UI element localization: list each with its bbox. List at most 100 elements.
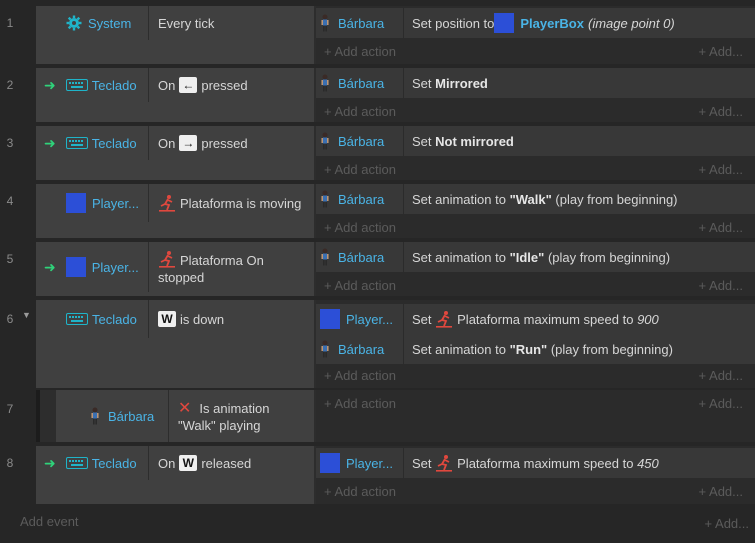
action-set-not-mirrored[interactable]: Bárbara Set Not mirrored (316, 126, 755, 156)
add-more-button[interactable]: + Add... (699, 220, 743, 235)
platformer-behavior-icon (436, 455, 453, 472)
condition-text: released (201, 455, 252, 471)
condition-key-pressed[interactable]: ➜ Teclado On → pressed (36, 126, 314, 160)
trigger-once-icon: ➜ (44, 76, 56, 93)
add-action-button[interactable]: + Add action (324, 44, 396, 59)
platformer-behavior-icon (159, 195, 175, 212)
add-action-button[interactable]: + Add action (324, 396, 396, 411)
action-text: (play from beginning) (555, 191, 678, 207)
event-4[interactable]: 4 Player... Plataforma is moving Bárbara… (0, 184, 755, 238)
actions-area[interactable]: Bárbara Set animation to "Idle" (play fr… (316, 242, 755, 296)
add-action-button[interactable]: + Add action (324, 368, 396, 383)
add-more-button[interactable]: + Add... (699, 368, 743, 383)
add-action-button[interactable]: + Add action (324, 278, 396, 293)
condition-every-tick[interactable]: System Every tick (36, 6, 314, 40)
action-text: Set (412, 311, 432, 327)
conditions-area[interactable]: ➜ Player... Plataforma On stopped (36, 242, 314, 296)
condition-text: pressed (201, 135, 248, 151)
collapse-toggle-icon[interactable]: ▼ (22, 310, 31, 320)
action-text: Set animation to (412, 191, 506, 207)
event-number: 6 (6, 312, 14, 326)
barbara-sprite-icon (91, 407, 99, 425)
condition-object: Player... (92, 195, 139, 211)
playerbox-icon (65, 257, 86, 277)
event-6[interactable]: 6 ▼ Teclado W is down Player... Set Plat… (0, 300, 755, 442)
actions-area[interactable]: Player... Set Plataforma maximum speed t… (316, 446, 755, 504)
add-more-button[interactable]: + Add... (699, 278, 743, 293)
add-event-button[interactable]: Add event (20, 514, 79, 529)
add-action-button[interactable]: + Add action (324, 220, 396, 235)
event-5[interactable]: 5 ➜ Player... Plataforma On stopped Bárb… (0, 242, 755, 296)
condition-text: Is animation "Walk" playing (178, 401, 270, 433)
actions-area[interactable]: Bárbara Set Not mirrored + Add action + … (316, 126, 755, 180)
condition-is-moving[interactable]: Player... Plataforma is moving (36, 184, 314, 222)
event-3[interactable]: 3 ➜ Teclado On → pressed Bárbara Set Not… (0, 126, 755, 180)
condition-text: On (158, 77, 176, 93)
condition-object: Player... (91, 259, 139, 275)
condition-is-animation-playing[interactable]: Bárbara ✕ Is animation "Walk" playing (56, 390, 314, 442)
action-text: Plataforma maximum speed to (457, 311, 634, 327)
action-param: (image point 0) (587, 15, 675, 31)
add-more-button[interactable]: + Add... (699, 396, 743, 411)
actions-area[interactable]: Bárbara Set Mirrored + Add action + Add.… (316, 68, 755, 122)
event-number: 5 (6, 252, 14, 266)
action-set-position[interactable]: Bárbara Set position to PlayerBox (image… (316, 8, 755, 38)
condition-key-released[interactable]: ➜ Teclado On W released (36, 446, 314, 480)
event-number: 2 (6, 78, 14, 92)
action-set-animation-walk[interactable]: Bárbara Set animation to "Walk" (play fr… (316, 184, 755, 214)
action-set-mirrored[interactable]: Bárbara Set Mirrored (316, 68, 755, 98)
action-param: 900 (637, 311, 659, 327)
add-action-button[interactable]: + Add action (324, 162, 396, 177)
action-text: Plataforma maximum speed to (457, 455, 634, 471)
action-text: Set (412, 455, 432, 471)
action-param: Not mirrored (435, 133, 514, 149)
event-8[interactable]: 8 ➜ Teclado On W released Player... Set … (0, 446, 755, 504)
action-set-animation-idle[interactable]: Bárbara Set animation to "Idle" (play fr… (316, 242, 755, 272)
add-more-button[interactable]: + Add... (699, 484, 743, 499)
event-number: 1 (6, 16, 14, 30)
conditions-area[interactable]: System Every tick (36, 6, 314, 64)
action-text: Set position to (412, 15, 495, 31)
conditions-area[interactable]: Teclado W is down (36, 300, 314, 388)
conditions-area[interactable]: Bárbara ✕ Is animation "Walk" playing (56, 390, 314, 442)
conditions-area[interactable]: ➜ Teclado On → pressed (36, 126, 314, 180)
actions-area[interactable]: Bárbara Set position to PlayerBox (image… (316, 6, 755, 64)
action-text: (play from beginning) (550, 341, 673, 357)
actions-area[interactable]: Bárbara Set animation to "Walk" (play fr… (316, 184, 755, 238)
action-object: Player... (346, 311, 393, 327)
condition-text: On (158, 455, 176, 471)
key-right-icon: → (179, 135, 198, 151)
add-more-button[interactable]: + Add... (699, 104, 743, 119)
actions-area[interactable]: Player... Set Plataforma maximum speed t… (316, 300, 755, 388)
action-set-animation-run[interactable]: Bárbara Set animation to "Run" (play fro… (316, 334, 755, 364)
add-more-button[interactable]: + Add... (699, 44, 743, 59)
condition-key-down[interactable]: Teclado W is down (36, 300, 314, 338)
add-more-button[interactable]: + Add... (699, 162, 743, 177)
event-1[interactable]: 1 System Every tick Bárbara Set position… (0, 6, 755, 64)
conditions-area[interactable]: Player... Plataforma is moving (36, 184, 314, 238)
trigger-once-icon: ➜ (44, 258, 56, 275)
event-number: 8 (6, 456, 14, 470)
key-left-icon: ← (179, 77, 198, 93)
event-2[interactable]: 2 ➜ Teclado On ← pressed Bárbara Set Mir… (0, 68, 755, 122)
conditions-area[interactable]: ➜ Teclado On W released (36, 446, 314, 504)
action-param: "Idle" (509, 249, 545, 265)
add-action-button[interactable]: + Add action (324, 484, 396, 499)
keyboard-icon (65, 137, 88, 149)
condition-text: Plataforma is moving (180, 195, 302, 211)
actions-area[interactable]: + Add action + Add... (316, 390, 755, 442)
action-set-max-speed-900[interactable]: Player... Set Plataforma maximum speed t… (316, 304, 755, 334)
playerbox-icon (320, 309, 340, 329)
action-text: Set (412, 75, 432, 91)
event-number: 3 (6, 136, 14, 150)
action-object: Bárbara (338, 191, 385, 207)
add-more-button[interactable]: + Add... (705, 516, 749, 531)
condition-on-stopped[interactable]: ➜ Player... Plataforma On stopped (36, 242, 314, 292)
platformer-behavior-icon (436, 311, 453, 328)
condition-key-pressed[interactable]: ➜ Teclado On ← pressed (36, 68, 314, 102)
action-set-max-speed-450[interactable]: Player... Set Plataforma maximum speed t… (316, 448, 755, 478)
conditions-area[interactable]: ➜ Teclado On ← pressed (36, 68, 314, 122)
platformer-behavior-icon (159, 251, 175, 268)
action-object: Bárbara (338, 249, 385, 265)
add-action-button[interactable]: + Add action (324, 104, 396, 119)
